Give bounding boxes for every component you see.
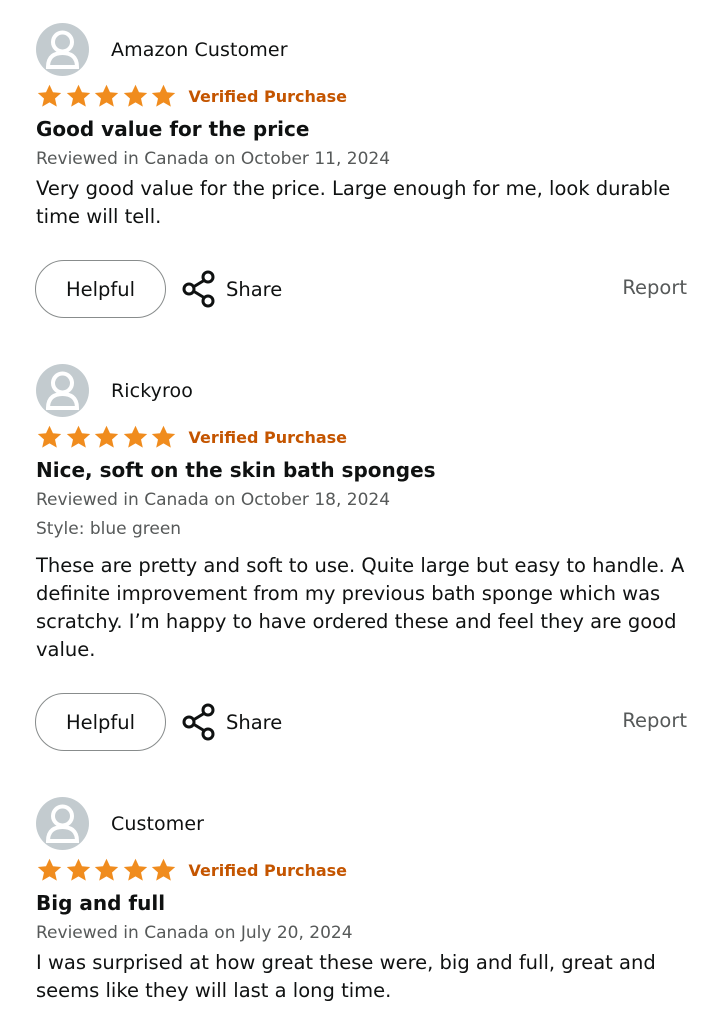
avatar [36, 797, 89, 850]
reviewer-profile[interactable]: Customer [36, 797, 204, 850]
avatar [36, 23, 89, 76]
review-body: Very good value for the price. Large eno… [36, 177, 671, 228]
person-silhouette-icon [45, 30, 80, 69]
star-icon [151, 425, 176, 448]
star-icon [94, 425, 119, 448]
share-button[interactable]: Share [181, 701, 282, 743]
review-card: Rickyroo Verified Purchase Nice, soft on… [0, 364, 713, 754]
star-rating[interactable] [36, 424, 179, 451]
review-body: These are pretty and soft to use. Quite … [36, 554, 685, 661]
review-title: Good value for the price [36, 117, 310, 141]
review-actions: Helpful Share Report [35, 693, 687, 753]
star-icon [123, 425, 147, 448]
report-link[interactable]: Report [622, 276, 687, 299]
star-icon [66, 425, 90, 448]
star-icon [37, 84, 62, 107]
star-icon [151, 84, 176, 107]
star-icon [123, 858, 147, 881]
rating-row: Verified Purchase [36, 422, 347, 452]
star-icon [66, 84, 90, 107]
star-icon [37, 425, 62, 448]
review-title: Nice, soft on the skin bath sponges [36, 458, 436, 482]
review-actions: Helpful Share Report [35, 260, 687, 320]
reviewer-name: Customer [111, 812, 205, 835]
star-rating[interactable] [36, 857, 179, 884]
share-icon [182, 703, 215, 741]
helpful-button[interactable]: Helpful [35, 693, 166, 751]
star-icon [151, 858, 176, 881]
helpful-button[interactable]: Helpful [35, 260, 166, 318]
star-icon [94, 858, 119, 881]
person-silhouette-icon [45, 804, 80, 843]
review-body: I was surprised at how great these were,… [36, 951, 656, 1002]
review-card: Customer Verified Purchase Big and full … [0, 797, 713, 1021]
verified-purchase-badge: Verified Purchase [188, 860, 348, 880]
rating-row: Verified Purchase [36, 81, 347, 111]
avatar [36, 364, 89, 417]
review-date: Reviewed in Canada on October 11, 2024 [36, 149, 391, 169]
star-rating[interactable] [36, 83, 179, 110]
star-icon [123, 84, 147, 107]
review-card: Amazon Customer Verified Purchase Good v… [0, 23, 713, 323]
review-style: Style: blue green [36, 519, 182, 539]
rating-row: Verified Purchase [36, 855, 347, 885]
report-link[interactable]: Report [622, 709, 687, 732]
reviews-list: Amazon Customer Verified Purchase Good v… [0, 0, 713, 1021]
star-icon [94, 84, 119, 107]
review-date: Reviewed in Canada on July 20, 2024 [36, 923, 353, 943]
review-date: Reviewed in Canada on October 18, 2024 [36, 490, 391, 510]
share-label: Share [226, 277, 283, 301]
share-label: Share [226, 710, 283, 734]
person-silhouette-icon [45, 371, 80, 410]
share-icon [182, 270, 215, 308]
review-title: Big and full [36, 891, 166, 915]
star-icon [37, 858, 62, 881]
reviewer-profile[interactable]: Amazon Customer [36, 23, 288, 76]
reviewer-name: Rickyroo [111, 379, 193, 402]
reviewer-profile[interactable]: Rickyroo [36, 364, 193, 417]
verified-purchase-badge: Verified Purchase [188, 427, 348, 447]
verified-purchase-badge: Verified Purchase [188, 86, 348, 106]
share-button[interactable]: Share [181, 268, 282, 310]
star-icon [66, 858, 90, 881]
reviewer-name: Amazon Customer [111, 38, 288, 61]
